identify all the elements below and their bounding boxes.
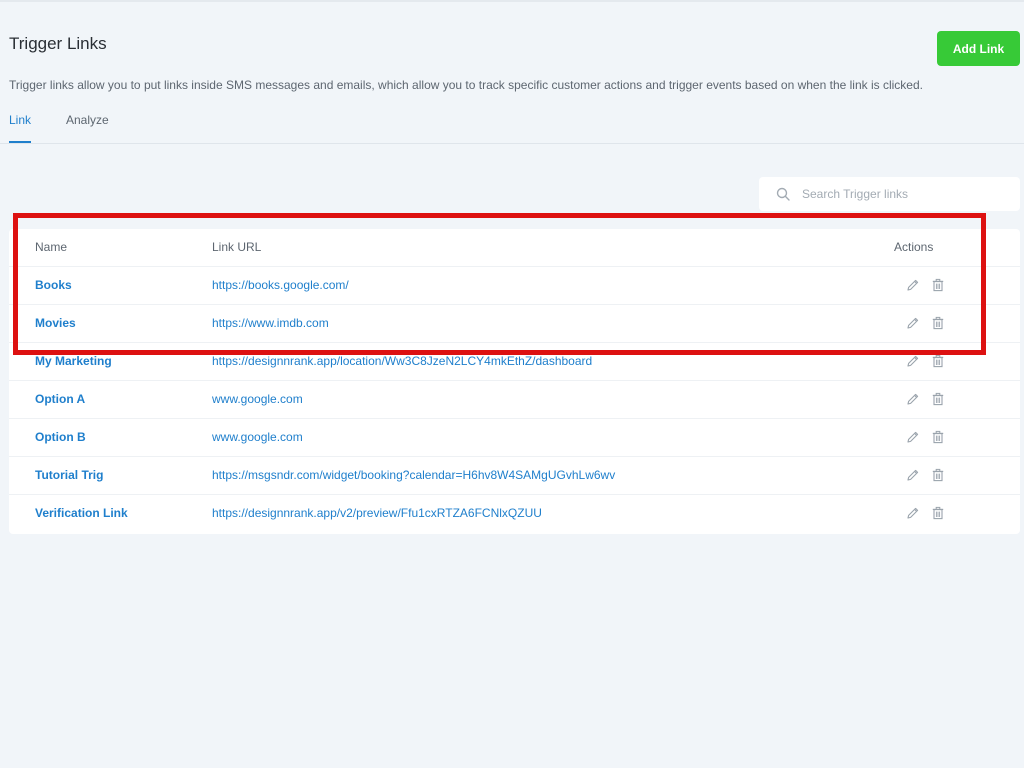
table-row: Option A www.google.com (9, 381, 1020, 419)
link-name[interactable]: Tutorial Trig (35, 468, 103, 482)
table-row: Verification Link https://designnrank.app… (9, 495, 1020, 533)
page-description: Trigger links allow you to put links ins… (9, 78, 923, 92)
link-url[interactable]: www.google.com (212, 430, 303, 444)
search-box[interactable] (759, 177, 1020, 211)
trash-icon[interactable] (931, 354, 945, 368)
link-name[interactable]: Option B (35, 430, 86, 444)
link-name[interactable]: Verification Link (35, 506, 128, 520)
trigger-links-table: Name Link URL Actions Books https://books… (9, 229, 1020, 534)
trash-icon[interactable] (931, 506, 945, 520)
pencil-icon[interactable] (906, 468, 920, 482)
table-row: My Marketing https://designnrank.app/loca… (9, 343, 1020, 381)
link-url[interactable]: https://designnrank.app/v2/preview/Ffu1c… (212, 506, 542, 520)
link-url[interactable]: https://designnrank.app/location/Ww3C8Jz… (212, 354, 592, 368)
page-title: Trigger Links (9, 34, 107, 53)
trash-icon[interactable] (931, 278, 945, 292)
column-header-actions: Actions (894, 240, 934, 254)
link-url[interactable]: https://msgsndr.com/widget/booking?calen… (212, 468, 615, 482)
link-url[interactable]: https://books.google.com/ (212, 278, 349, 292)
trash-icon[interactable] (931, 392, 945, 406)
pencil-icon[interactable] (906, 506, 920, 520)
trash-icon[interactable] (931, 316, 945, 330)
pencil-icon[interactable] (906, 354, 920, 368)
link-url[interactable]: www.google.com (212, 392, 303, 406)
top-divider (0, 0, 1024, 2)
link-name[interactable]: Option A (35, 392, 85, 406)
trigger-links-page: Trigger Links Add Link Trigger links all… (0, 0, 1024, 768)
add-link-button[interactable]: Add Link (937, 31, 1020, 66)
table-row: Option B www.google.com (9, 419, 1020, 457)
tab-bar: Link Analyze (0, 110, 1024, 144)
tab-analyze[interactable]: Analyze (66, 113, 109, 127)
link-name[interactable]: Books (35, 278, 72, 292)
trash-icon[interactable] (931, 430, 945, 444)
table-row: Movies https://www.imdb.com (9, 305, 1020, 343)
column-header-url: Link URL (212, 240, 262, 254)
trash-icon[interactable] (931, 468, 945, 482)
link-name[interactable]: My Marketing (35, 354, 112, 368)
pencil-icon[interactable] (906, 430, 920, 444)
pencil-icon[interactable] (906, 392, 920, 406)
active-tab-indicator (9, 141, 31, 143)
link-name[interactable]: Movies (35, 316, 76, 330)
search-icon (776, 187, 790, 201)
column-header-name: Name (35, 240, 68, 254)
link-url[interactable]: https://www.imdb.com (212, 316, 329, 330)
tab-link[interactable]: Link (9, 113, 31, 127)
pencil-icon[interactable] (906, 316, 920, 330)
pencil-icon[interactable] (906, 278, 920, 292)
table-row: Tutorial Trig https://msgsndr.com/widget/… (9, 457, 1020, 495)
table-header-row: Name Link URL Actions (9, 229, 1020, 267)
search-input[interactable] (802, 185, 1012, 203)
table-row: Books https://books.google.com/ (9, 267, 1020, 305)
